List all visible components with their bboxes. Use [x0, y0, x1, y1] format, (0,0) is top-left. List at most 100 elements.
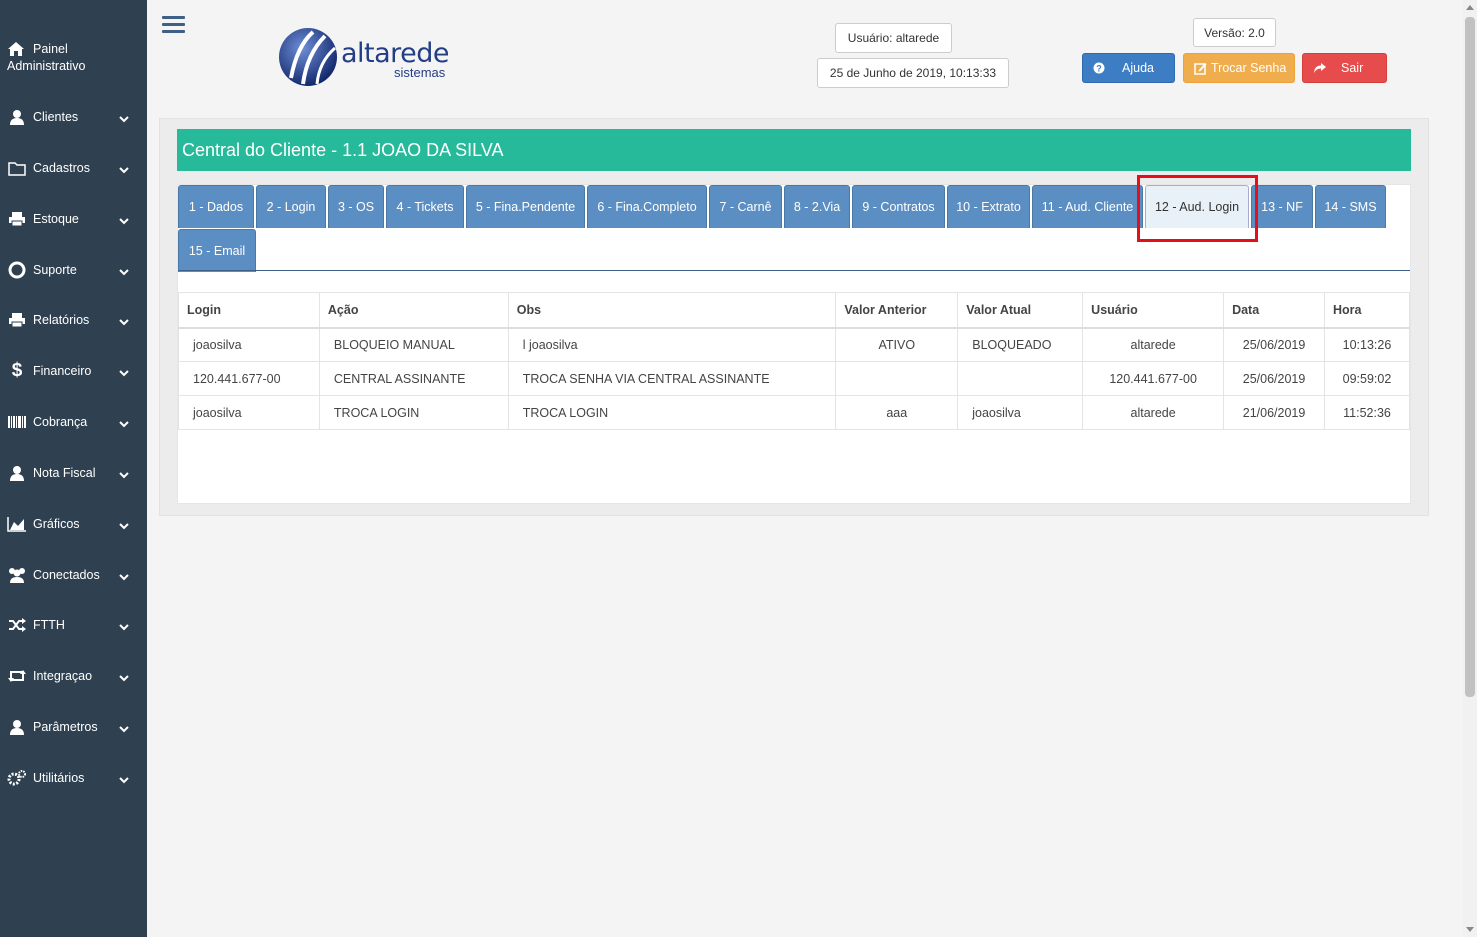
scrollbar-thumb[interactable]: [1465, 17, 1475, 697]
cell-obs: TROCA SENHA VIA CENTRAL ASSINANTE: [507, 361, 837, 396]
sidebar-item-clientes[interactable]: Clientes: [0, 97, 147, 137]
chevron-down-icon: [119, 163, 129, 174]
sidebar-item-label: Cadastros: [33, 161, 90, 175]
chevron-down-icon: [119, 519, 129, 530]
tab-login[interactable]: 2 - Login: [256, 185, 326, 228]
sidebar-item-cadastros[interactable]: Cadastros: [0, 148, 147, 188]
tab-fina-pendente[interactable]: 5 - Fina.Pendente: [466, 185, 585, 228]
sidebar-item-graficos[interactable]: Gráficos: [0, 504, 147, 544]
folder-icon: [7, 158, 27, 178]
help-button[interactable]: ? Ajuda: [1082, 53, 1175, 83]
cell-hora: 10:13:26: [1324, 327, 1410, 362]
sidebar-item-label: Clientes: [33, 110, 79, 124]
tab-tickets[interactable]: 4 - Tickets: [386, 185, 464, 228]
sidebar-item-label: Financeiro: [33, 364, 92, 378]
exit-button-label: Sair: [1341, 61, 1364, 75]
column-header[interactable]: Valor Atual: [957, 292, 1084, 329]
users-icon: [7, 565, 27, 585]
sidebar-item-label: Painel: [33, 42, 68, 56]
shuffle-icon: [7, 615, 27, 635]
cell-obs: TROCA LOGIN: [507, 395, 837, 430]
tab-sms[interactable]: 14 - SMS: [1315, 185, 1386, 228]
menu-toggle-icon[interactable]: [162, 16, 185, 36]
tab-contratos[interactable]: 9 - Contratos: [852, 185, 945, 228]
tab-os[interactable]: 3 - OS: [328, 185, 384, 228]
sidebar-item-suporte[interactable]: Suporte: [0, 250, 147, 290]
sidebar-item-cobranca[interactable]: Cobrança: [0, 402, 147, 442]
cell-valor-atual: joaosilva: [957, 395, 1084, 430]
sidebar-item-integracao[interactable]: Integraçao: [0, 656, 147, 696]
tab-dados[interactable]: 1 - Dados: [178, 185, 254, 228]
column-header[interactable]: Usuário: [1082, 292, 1225, 329]
sidebar-item-label: Conectados: [33, 568, 100, 582]
sidebar-item-conectados[interactable]: Conectados: [0, 555, 147, 595]
cell-valor-anterior: ATIVO: [835, 327, 959, 362]
sidebar-item-label: Cobrança: [33, 415, 88, 429]
column-header[interactable]: Data: [1223, 292, 1325, 329]
chevron-down-icon: [119, 620, 129, 631]
chevron-down-icon: [119, 214, 129, 225]
chevron-down-icon: [119, 671, 129, 682]
table-header-row: Login Ação Obs Valor Anterior Valor Atua…: [178, 292, 1410, 329]
cell-usuario: 120.441.677-00: [1082, 361, 1225, 396]
cell-data: 25/06/2019: [1223, 361, 1325, 396]
sidebar-item-financeiro[interactable]: $ Financeiro: [0, 351, 147, 391]
version-label: Versão: 2.0: [1193, 18, 1276, 47]
tab-carne[interactable]: 7 - Carnê: [709, 185, 782, 228]
tab-aud-cliente[interactable]: 11 - Aud. Cliente: [1032, 185, 1143, 228]
column-header[interactable]: Login: [178, 292, 320, 329]
tab-2via[interactable]: 8 - 2.Via: [784, 185, 850, 228]
barcode-icon: [7, 412, 27, 432]
table-row: joaosilva BLOQUEIO MANUAL l joaosilva AT…: [178, 327, 1410, 362]
audit-login-table: Login Ação Obs Valor Anterior Valor Atua…: [178, 292, 1410, 430]
column-header[interactable]: Ação: [318, 292, 509, 329]
sidebar-item-label: Utilitários: [33, 771, 85, 785]
table-row: joaosilva TROCA LOGIN TROCA LOGIN aaa jo…: [178, 395, 1410, 430]
sidebar-item-label: Parâmetros: [33, 720, 98, 734]
retweet-icon: [7, 666, 27, 686]
lifebuoy-icon: [7, 260, 27, 280]
sidebar-item-estoque[interactable]: Estoque: [0, 199, 147, 239]
column-header[interactable]: Hora: [1324, 292, 1410, 329]
scroll-down-icon[interactable]: [1466, 927, 1474, 932]
tab-extrato[interactable]: 10 - Extrato: [947, 185, 1030, 228]
sidebar-item-ftth[interactable]: FTTH: [0, 605, 147, 645]
sidebar: Painel Administrativo Clientes Cadastros…: [0, 0, 147, 937]
scroll-up-icon[interactable]: [1466, 5, 1474, 10]
print-icon: [7, 209, 27, 229]
sidebar-item-label: Integraçao: [33, 669, 93, 683]
page-scrollbar[interactable]: [1463, 0, 1477, 937]
column-header[interactable]: Obs: [507, 292, 837, 329]
tab-nf[interactable]: 13 - NF: [1251, 185, 1313, 228]
sidebar-item-utilitarios[interactable]: Utilitários: [0, 758, 147, 798]
sidebar-item-label: Estoque: [33, 212, 79, 226]
area-chart-icon: [7, 514, 27, 534]
tab-fina-completo[interactable]: 6 - Fina.Completo: [587, 185, 707, 228]
column-header[interactable]: Valor Anterior: [835, 292, 959, 329]
sidebar-item-label: Relatórios: [33, 313, 90, 327]
cell-valor-anterior: [835, 361, 959, 396]
print-icon: [7, 310, 27, 330]
gears-icon: [7, 768, 27, 788]
tab-email[interactable]: 15 - Email: [178, 229, 256, 272]
logo-globe-icon: [279, 28, 337, 86]
share-arrow-icon: [1313, 62, 1327, 76]
user-icon: [7, 463, 27, 483]
chevron-down-icon: [119, 570, 129, 581]
cell-acao: BLOQUEIO MANUAL: [318, 327, 509, 362]
edit-icon: [1194, 62, 1208, 76]
sidebar-item-label: Nota Fiscal: [33, 466, 96, 480]
sidebar-item-parametros[interactable]: Parâmetros: [0, 707, 147, 747]
chevron-down-icon: [119, 417, 129, 428]
dollar-icon: $: [11, 360, 23, 381]
sidebar-item-label: Gráficos: [33, 517, 80, 531]
sidebar-item-nota-fiscal[interactable]: Nota Fiscal: [0, 453, 147, 493]
exit-button[interactable]: Sair: [1302, 53, 1387, 83]
chevron-down-icon: [119, 722, 129, 733]
sidebar-item-painel[interactable]: Painel Administrativo: [0, 36, 147, 82]
cell-data: 25/06/2019: [1223, 327, 1325, 362]
cell-login: joaosilva: [178, 395, 320, 430]
home-icon: [7, 41, 25, 60]
change-password-button[interactable]: Trocar Senha: [1183, 53, 1295, 83]
sidebar-item-relatorios[interactable]: Relatórios: [0, 300, 147, 340]
